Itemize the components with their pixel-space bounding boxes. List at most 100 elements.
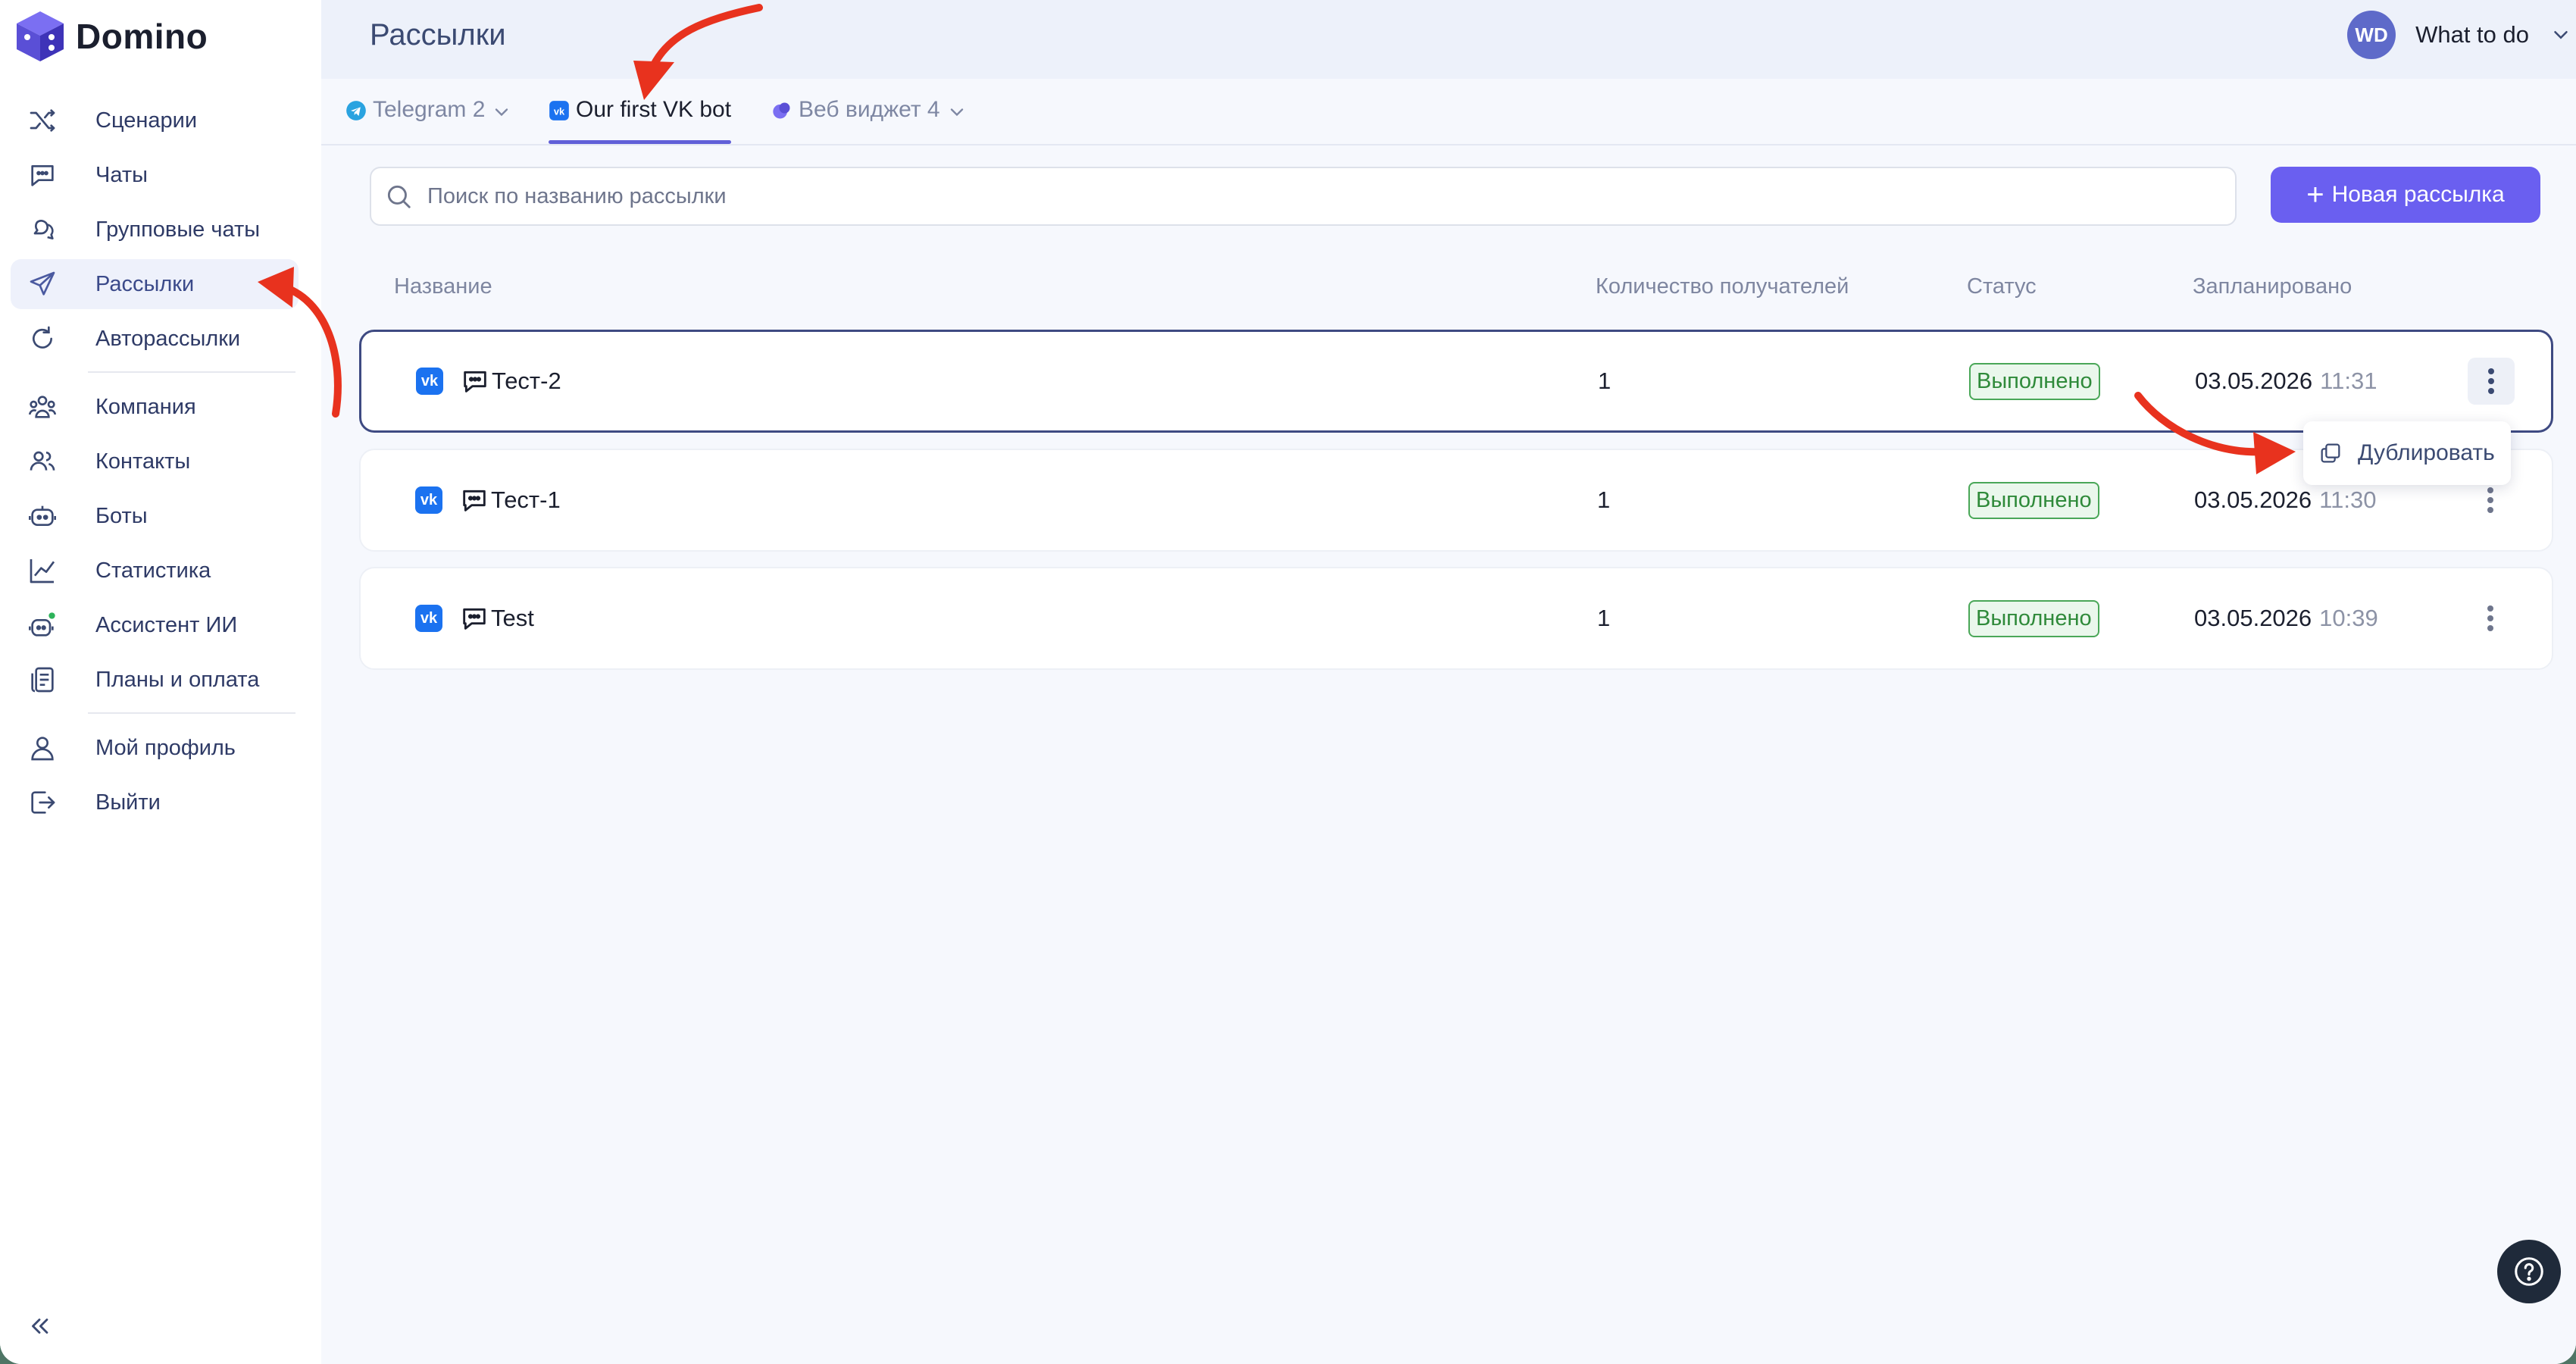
user-menu[interactable]: WD What to do xyxy=(2347,11,2576,59)
row-recipients: 1 xyxy=(1597,605,1611,631)
row-scheduled: 03.05.2026 10:39 xyxy=(2194,568,2378,668)
sidebar-item-label: Боты xyxy=(95,503,148,528)
tab-vk-bot[interactable]: vk Our first VK bot xyxy=(549,97,732,144)
sidebar-item-mailings[interactable]: Рассылки xyxy=(11,259,299,309)
sidebar-item-automailings[interactable]: Авторассылки xyxy=(11,314,299,364)
duplicate-menu-item[interactable]: Дублировать xyxy=(2358,440,2495,466)
sidebar-item-label: Компания xyxy=(95,394,196,419)
new-mailing-button[interactable]: + Новая рассылка xyxy=(2271,167,2540,223)
sidebar-item-chats[interactable]: Чаты xyxy=(11,150,299,200)
search-input[interactable] xyxy=(426,183,2171,210)
status-badge: Выполнено xyxy=(1968,568,2099,668)
tab-web-widget[interactable]: Веб виджет 4 xyxy=(771,97,968,142)
sidebar-item-label: Контакты xyxy=(95,449,191,474)
sidebar-item-label: Рассылки xyxy=(95,271,195,296)
svg-text:vk: vk xyxy=(554,105,565,117)
table-row[interactable]: vk Test 1 Выполнено 03.05.2026 10:39 xyxy=(359,567,2553,670)
sidebar-item-label: Мой профиль xyxy=(95,735,236,760)
row-context-menu: Дублировать xyxy=(2303,421,2511,485)
kebab-icon xyxy=(2467,595,2514,642)
collapse-sidebar-button[interactable] xyxy=(24,1311,55,1341)
app-name: Domino xyxy=(76,17,208,56)
table-row[interactable]: vk Тест-2 1 Выполнено 03.05.2026 11:31 xyxy=(359,330,2553,433)
bot-icon xyxy=(26,499,59,533)
scheduled-date: 03.05.2026 xyxy=(2195,368,2313,394)
tab-label: Our first VK bot xyxy=(576,97,732,122)
status-badge: Выполнено xyxy=(1968,450,2099,550)
sidebar-item-label: Групповые чаты xyxy=(95,217,261,242)
plus-icon: + xyxy=(2306,178,2324,211)
message-icon xyxy=(459,568,489,668)
sidebar-item-scenarios[interactable]: Сценарии xyxy=(11,95,299,145)
sidebar-item-billing[interactable]: Планы и оплата xyxy=(11,655,299,705)
sidebar-divider xyxy=(88,712,295,714)
kebab-icon xyxy=(2468,358,2515,405)
send-icon xyxy=(26,267,59,301)
sidebar-item-group-chats[interactable]: Групповые чаты xyxy=(11,205,299,255)
sidebar-divider xyxy=(88,371,295,373)
sidebar-item-label: Сценарии xyxy=(95,108,198,133)
scheduled-date: 03.05.2026 xyxy=(2194,605,2312,631)
sidebar-item-bots[interactable]: Боты xyxy=(11,491,299,541)
profile-icon xyxy=(26,731,59,765)
web-widget-icon xyxy=(771,100,792,121)
shuffle-icon xyxy=(26,104,59,137)
scheduled-time: 10:39 xyxy=(2319,605,2378,631)
sidebar-item-label: Статистика xyxy=(95,558,211,583)
sidebar-item-statistics[interactable]: Статистика xyxy=(11,546,299,596)
sidebar-item-logout[interactable]: Выйти xyxy=(11,777,299,827)
column-header-status: Статус xyxy=(1967,274,2037,299)
tab-label: Telegram 2 xyxy=(373,97,486,122)
billing-icon xyxy=(26,663,59,696)
sidebar: Domino Сценарии Чаты Групповые чаты Расс… xyxy=(0,0,321,1364)
search-bar[interactable] xyxy=(370,167,2237,226)
ai-assistant-icon xyxy=(26,608,59,642)
stats-icon xyxy=(26,554,59,587)
scheduled-time: 11:30 xyxy=(2319,486,2377,513)
row-name[interactable]: Test xyxy=(491,568,534,668)
duplicate-icon xyxy=(2315,438,2346,468)
telegram-icon xyxy=(345,100,367,121)
app-window: Domino Сценарии Чаты Групповые чаты Расс… xyxy=(0,0,2576,1364)
column-header-scheduled: Запланировано xyxy=(2193,274,2352,299)
status-badge: Выполнено xyxy=(1969,332,2100,430)
help-button[interactable] xyxy=(2497,1240,2561,1303)
sidebar-item-label: Чаты xyxy=(95,162,148,187)
new-mailing-label: Новая рассылка xyxy=(2331,182,2505,207)
row-recipients: 1 xyxy=(1598,368,1612,394)
chevron-down-icon xyxy=(496,108,508,117)
table-row[interactable]: vk Тест-1 1 Выполнено 03.05.2026 11:30 xyxy=(359,449,2553,552)
vk-icon: vk xyxy=(549,100,570,121)
top-bar: Рассылки WD What to do xyxy=(321,0,2576,79)
scheduled-time: 11:31 xyxy=(2320,368,2377,394)
row-name[interactable]: Тест-2 xyxy=(492,332,561,430)
double-chevron-left-icon xyxy=(32,1319,48,1334)
message-icon xyxy=(460,332,490,430)
user-name: What to do xyxy=(2415,21,2529,48)
sidebar-item-label: Планы и оплата xyxy=(95,667,260,692)
sidebar-item-label: Авторассылки xyxy=(95,326,241,351)
logo[interactable]: Domino xyxy=(15,8,208,65)
sidebar-item-company[interactable]: Компания xyxy=(11,382,299,432)
chevron-down-icon xyxy=(950,108,963,117)
row-name[interactable]: Тест-1 xyxy=(491,450,561,550)
sidebar-item-ai-assistant[interactable]: Ассистент ИИ xyxy=(11,600,299,650)
sidebar-item-label: Ассистент ИИ xyxy=(95,612,238,637)
column-header-recipients: Количество получателей xyxy=(1596,274,1849,299)
tab-telegram[interactable]: Telegram 2 xyxy=(345,97,512,142)
company-icon xyxy=(26,390,59,424)
row-menu-button[interactable] xyxy=(2468,332,2515,430)
column-header-name: Название xyxy=(394,274,492,299)
help-icon xyxy=(2515,1257,2543,1286)
contacts-icon xyxy=(26,445,59,478)
message-icon xyxy=(459,450,489,550)
sidebar-item-profile[interactable]: Мой профиль xyxy=(11,723,299,773)
search-icon xyxy=(382,180,415,213)
row-scheduled: 03.05.2026 11:31 xyxy=(2195,332,2377,430)
sidebar-item-contacts[interactable]: Контакты xyxy=(11,436,299,486)
row-menu-button[interactable] xyxy=(2467,568,2514,668)
vk-channel-icon: vk xyxy=(416,332,443,430)
avatar: WD xyxy=(2347,11,2396,59)
logout-icon xyxy=(26,786,59,819)
sidebar-item-label: Выйти xyxy=(95,790,161,815)
